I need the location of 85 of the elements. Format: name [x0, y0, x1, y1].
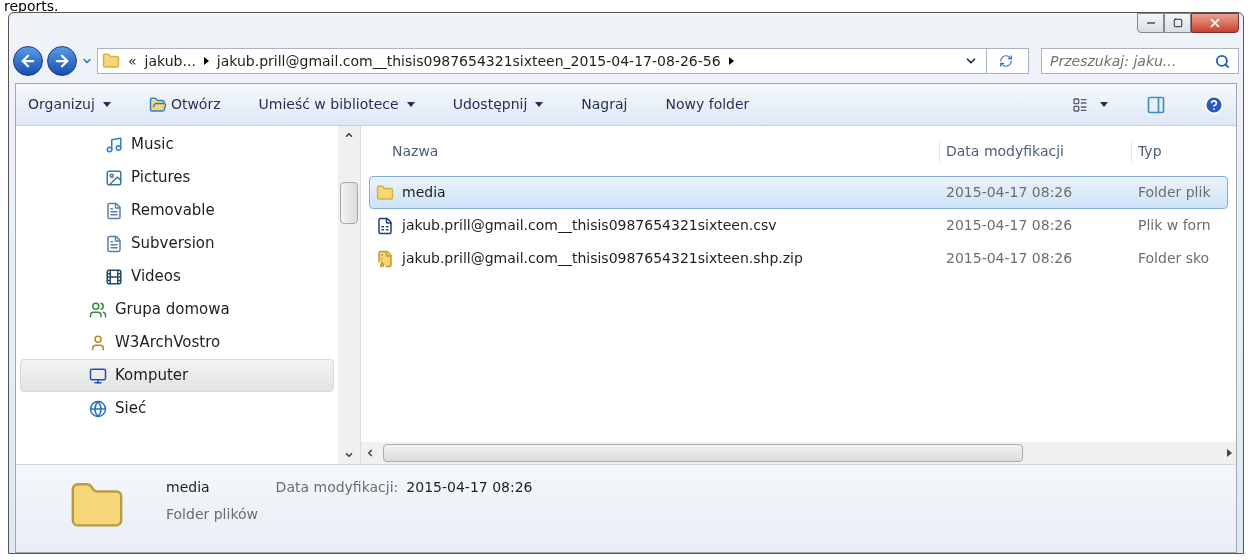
breadcrumb[interactable]: jakub... [144, 50, 196, 72]
network-icon [89, 399, 107, 418]
scrollbar-thumb[interactable] [383, 444, 1023, 462]
document-icon [105, 201, 123, 220]
close-button[interactable] [1191, 13, 1239, 33]
nav-item[interactable]: Sieć [20, 392, 334, 425]
horizontal-scrollbar[interactable] [361, 442, 1236, 464]
csv-file-icon [376, 216, 394, 235]
details-name: media [166, 478, 210, 497]
file-row[interactable]: jakub.prill@gmail.com__thisis0987654321sixteen.shp.zip 2015-04-17 08:26 Folder sko [369, 242, 1228, 275]
command-button[interactable]: Udostępnij [452, 94, 544, 115]
forward-icon [53, 52, 71, 70]
breadcrumb-arrow-icon[interactable] [203, 57, 209, 65]
homegroup-icon [89, 300, 107, 319]
file-row[interactable]: jakub.prill@gmail.com__thisis0987654321sixteen.csv 2015-04-17 08:26 Plik w forn [369, 209, 1228, 242]
zip-file-icon [376, 249, 394, 268]
dropdown-caret-icon [1100, 102, 1108, 107]
dropdown-caret-icon [406, 102, 415, 107]
folder-file-icon [376, 183, 394, 202]
back-icon [19, 52, 37, 70]
pictures-icon [105, 168, 123, 187]
nav-item[interactable]: Videos [20, 260, 334, 293]
nav-item[interactable]: Pictures [20, 161, 334, 194]
column-header[interactable]: Data modyfikacji [939, 140, 1131, 162]
back-button[interactable] [13, 46, 43, 76]
file-date: 2015-04-17 08:26 [945, 216, 1074, 235]
video-icon [105, 267, 123, 286]
dropdown-caret-icon [102, 102, 111, 107]
details-date-label: Data modyfikacji: [275, 478, 399, 497]
search-icon [1215, 53, 1230, 69]
file-row[interactable]: media 2015-04-17 08:26 Folder plik [369, 176, 1228, 209]
command-button[interactable]: Nagraj [581, 94, 628, 115]
file-name: jakub.prill@gmail.com__thisis0987654321sixteen.shp.zip [402, 249, 803, 268]
scroll-up-icon[interactable] [344, 130, 354, 140]
maximize-button[interactable] [1164, 13, 1191, 33]
nav-item[interactable]: Removable [20, 194, 334, 227]
command-button[interactable]: Organizuj [28, 94, 111, 115]
scroll-down-icon[interactable] [344, 450, 354, 460]
preview-pane-icon [1146, 94, 1166, 115]
column-header[interactable]: Typ [1131, 140, 1236, 162]
search-field[interactable]: Przeszukaj: jaku... [1041, 48, 1239, 74]
user-icon [89, 333, 107, 352]
command-button[interactable]: Nowy folder [665, 94, 750, 115]
file-type: Plik w forn [1137, 216, 1212, 235]
refresh-icon [998, 54, 1013, 68]
help-button[interactable] [1204, 94, 1224, 115]
scroll-left-icon[interactable] [365, 448, 375, 458]
nav-item[interactable]: W3ArchVostro [20, 326, 334, 359]
maximize-icon [1172, 18, 1183, 28]
address-bar[interactable]: « jakub... jakub.prill@gmail.com__thisis0987654321sixteen_2015-04-17-08-26-56 [97, 48, 1029, 74]
close-icon [1208, 16, 1222, 30]
forward-button[interactable] [47, 46, 77, 76]
folder-icon [102, 52, 120, 70]
minimize-button[interactable] [1137, 13, 1164, 33]
dropdown-caret-icon [535, 102, 544, 107]
list-view-icon [1072, 96, 1088, 113]
command-button[interactable]: Otwórz [148, 94, 221, 115]
column-header[interactable]: Nazwa [361, 140, 939, 162]
nav-item[interactable]: Music [20, 128, 334, 161]
file-name: jakub.prill@gmail.com__thisis0987654321sixteen.csv [402, 216, 777, 235]
nav-item[interactable]: Komputer [20, 359, 334, 392]
help-icon [1204, 94, 1224, 115]
details-date: 2015-04-17 08:26 [406, 478, 533, 497]
breadcrumb[interactable]: jakub.prill@gmail.com__thisis0987654321sixteen_2015-04-17-08-26-56 [216, 50, 721, 72]
caption: reports. [3, 0, 60, 12]
address-overflow[interactable]: « [128, 50, 137, 72]
preview-pane-button[interactable] [1146, 94, 1166, 115]
scrollbar-thumb[interactable] [340, 182, 358, 224]
file-date: 2015-04-17 08:26 [945, 183, 1074, 202]
computer-icon [89, 366, 107, 385]
scroll-right-icon[interactable] [1227, 449, 1232, 457]
vertical-scrollbar[interactable] [338, 126, 360, 464]
view-options-button[interactable] [1072, 96, 1108, 113]
file-date: 2015-04-17 08:26 [945, 249, 1074, 268]
file-type: Folder sko [1137, 249, 1211, 268]
breadcrumb-arrow-icon[interactable] [728, 57, 734, 65]
folder-icon [148, 95, 167, 114]
music-icon [105, 135, 123, 154]
document-icon [105, 234, 123, 253]
command-button[interactable]: Umieść w bibliotece [258, 94, 415, 115]
file-name: media [402, 183, 446, 202]
file-type: Folder plik [1137, 183, 1212, 202]
nav-item[interactable]: Subversion [20, 227, 334, 260]
nav-item[interactable]: Grupa domowa [20, 293, 334, 326]
details-type: Folder plików [166, 505, 259, 524]
